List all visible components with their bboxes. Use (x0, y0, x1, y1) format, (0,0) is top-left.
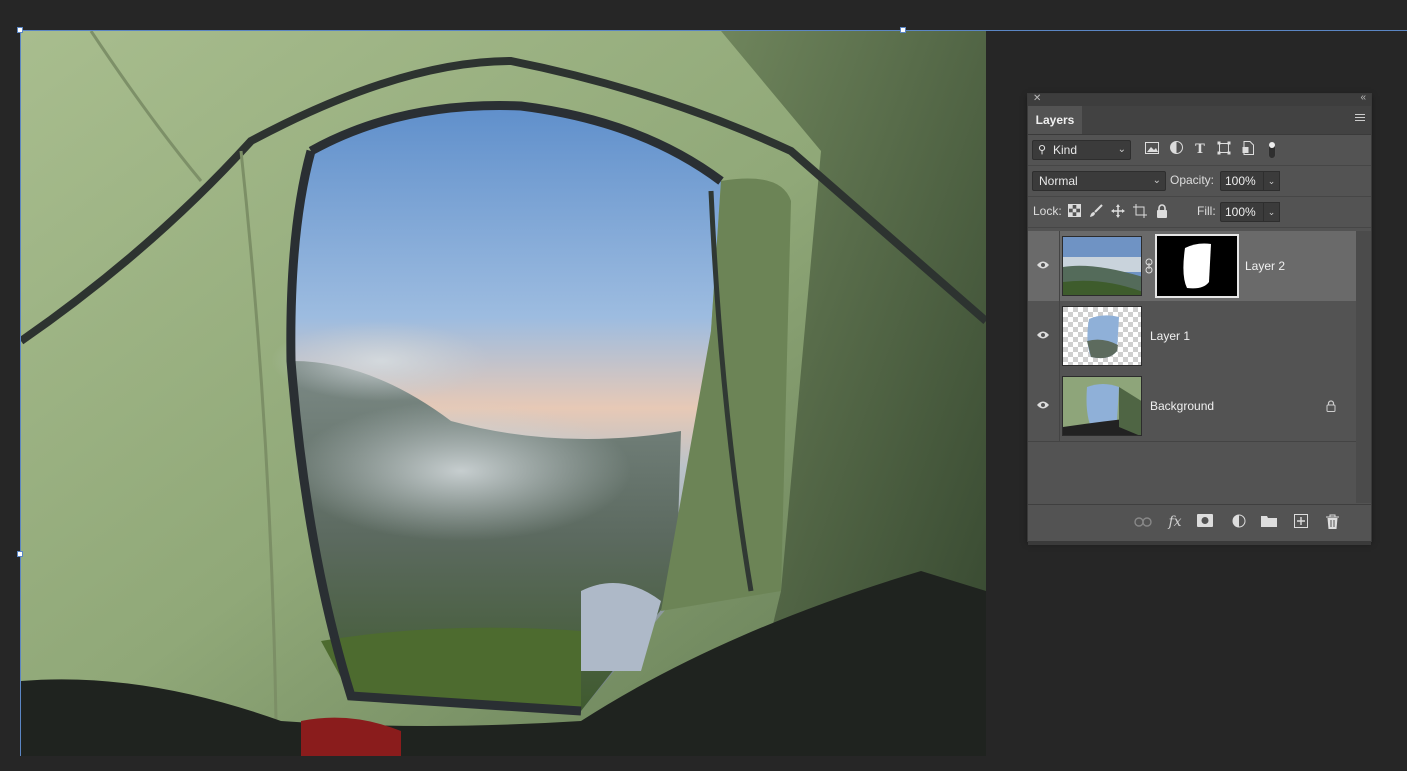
type-filter-icon[interactable]: T (1191, 141, 1209, 159)
document-canvas[interactable] (21, 31, 986, 756)
panel-tab-row: Layers (1028, 106, 1371, 135)
smart-object-filter-icon[interactable] (1239, 141, 1257, 159)
layer-lock-icon[interactable] (1326, 400, 1336, 412)
layer-name[interactable]: Background (1150, 399, 1214, 413)
fill-input[interactable]: 100% (1220, 202, 1264, 222)
layer-name[interactable]: Layer 2 (1245, 259, 1285, 273)
lock-all-icon[interactable] (1154, 204, 1170, 218)
panel-resize-grip[interactable] (1028, 541, 1371, 545)
link-layers-icon[interactable] (1134, 514, 1152, 530)
opacity-label: Opacity: (1170, 173, 1215, 187)
lock-paint-icon[interactable] (1088, 204, 1104, 218)
lock-position-icon[interactable] (1110, 204, 1126, 218)
adjustment-layer-icon[interactable] (1230, 514, 1248, 530)
fill-label: Fill: (1197, 204, 1216, 218)
blend-opacity-row: Normal ⌄ Opacity: 100% ⌄ (1028, 166, 1371, 197)
filter-kind-select[interactable]: ⚲ Kind ⌄ (1032, 140, 1131, 160)
opacity-input[interactable]: 100% (1220, 171, 1264, 191)
close-panel-icon[interactable]: ✕ (1033, 93, 1041, 104)
filter-kind-label: Kind (1053, 143, 1078, 157)
eye-icon (1037, 331, 1049, 339)
visibility-toggle[interactable] (1028, 231, 1060, 301)
mask-link-icon[interactable] (1145, 258, 1153, 274)
layer-row-background[interactable]: Background (1028, 371, 1356, 442)
tent-view-photo (21, 31, 986, 756)
search-icon: ⚲ (1038, 144, 1047, 156)
opacity-dropdown-button[interactable]: ⌄ (1264, 171, 1280, 191)
fx-icon[interactable]: fx (1166, 514, 1184, 530)
collapse-panel-icon[interactable]: « (1360, 92, 1366, 103)
layers-panel: ✕ « Layers ⚲ Kind ⌄ T Normal ⌄ Opacity: … (1028, 92, 1371, 545)
layer-name[interactable]: Layer 1 (1150, 329, 1190, 343)
filter-row: ⚲ Kind ⌄ T (1028, 135, 1371, 166)
background-thumbnail[interactable] (1062, 376, 1142, 436)
layer-row-layer-2[interactable]: Layer 2 (1028, 231, 1356, 302)
new-group-icon[interactable] (1260, 514, 1278, 530)
layers-scrollbar-track[interactable] (1356, 231, 1371, 503)
eye-icon (1037, 401, 1049, 409)
blend-mode-label: Normal (1039, 174, 1078, 188)
layer-mask-thumbnail[interactable] (1155, 234, 1239, 298)
blend-mode-select[interactable]: Normal ⌄ (1032, 171, 1166, 191)
shape-filter-icon[interactable] (1215, 141, 1233, 159)
add-mask-icon[interactable] (1196, 514, 1214, 530)
transform-handle-top-center[interactable] (900, 27, 906, 33)
transform-handle-top-left[interactable] (17, 27, 23, 33)
delete-layer-icon[interactable] (1323, 514, 1341, 530)
new-layer-icon[interactable] (1292, 514, 1310, 530)
fill-dropdown-button[interactable]: ⌄ (1264, 202, 1280, 222)
panel-header-bar: ✕ « (1028, 92, 1371, 106)
image-filter-icon[interactable] (1143, 141, 1161, 159)
panel-menu-icon[interactable] (1355, 114, 1365, 123)
eye-icon (1037, 261, 1049, 269)
chevron-down-icon: ⌄ (1117, 144, 1126, 155)
lock-fill-row: Lock: Fill: 100% ⌄ (1028, 197, 1371, 228)
lock-label: Lock: (1033, 204, 1062, 218)
layer-2-thumbnail[interactable] (1062, 236, 1142, 296)
lock-artboard-icon[interactable] (1132, 204, 1148, 218)
transform-handle-middle-left[interactable] (17, 551, 23, 557)
adjustment-filter-icon[interactable] (1167, 141, 1185, 159)
layer-row-layer-1[interactable]: Layer 1 (1028, 301, 1356, 372)
lock-transparent-icon[interactable] (1066, 204, 1082, 218)
visibility-toggle[interactable] (1028, 371, 1060, 441)
filter-toggle-icon[interactable] (1263, 141, 1281, 159)
tab-layers[interactable]: Layers (1028, 106, 1082, 134)
layer-1-thumbnail[interactable] (1062, 306, 1142, 366)
visibility-toggle[interactable] (1028, 301, 1060, 371)
layers-list: Layer 2 Layer 1 Background (1028, 231, 1356, 503)
chevron-down-icon: ⌄ (1152, 175, 1161, 186)
layers-bottom-toolbar: fx (1028, 504, 1371, 541)
